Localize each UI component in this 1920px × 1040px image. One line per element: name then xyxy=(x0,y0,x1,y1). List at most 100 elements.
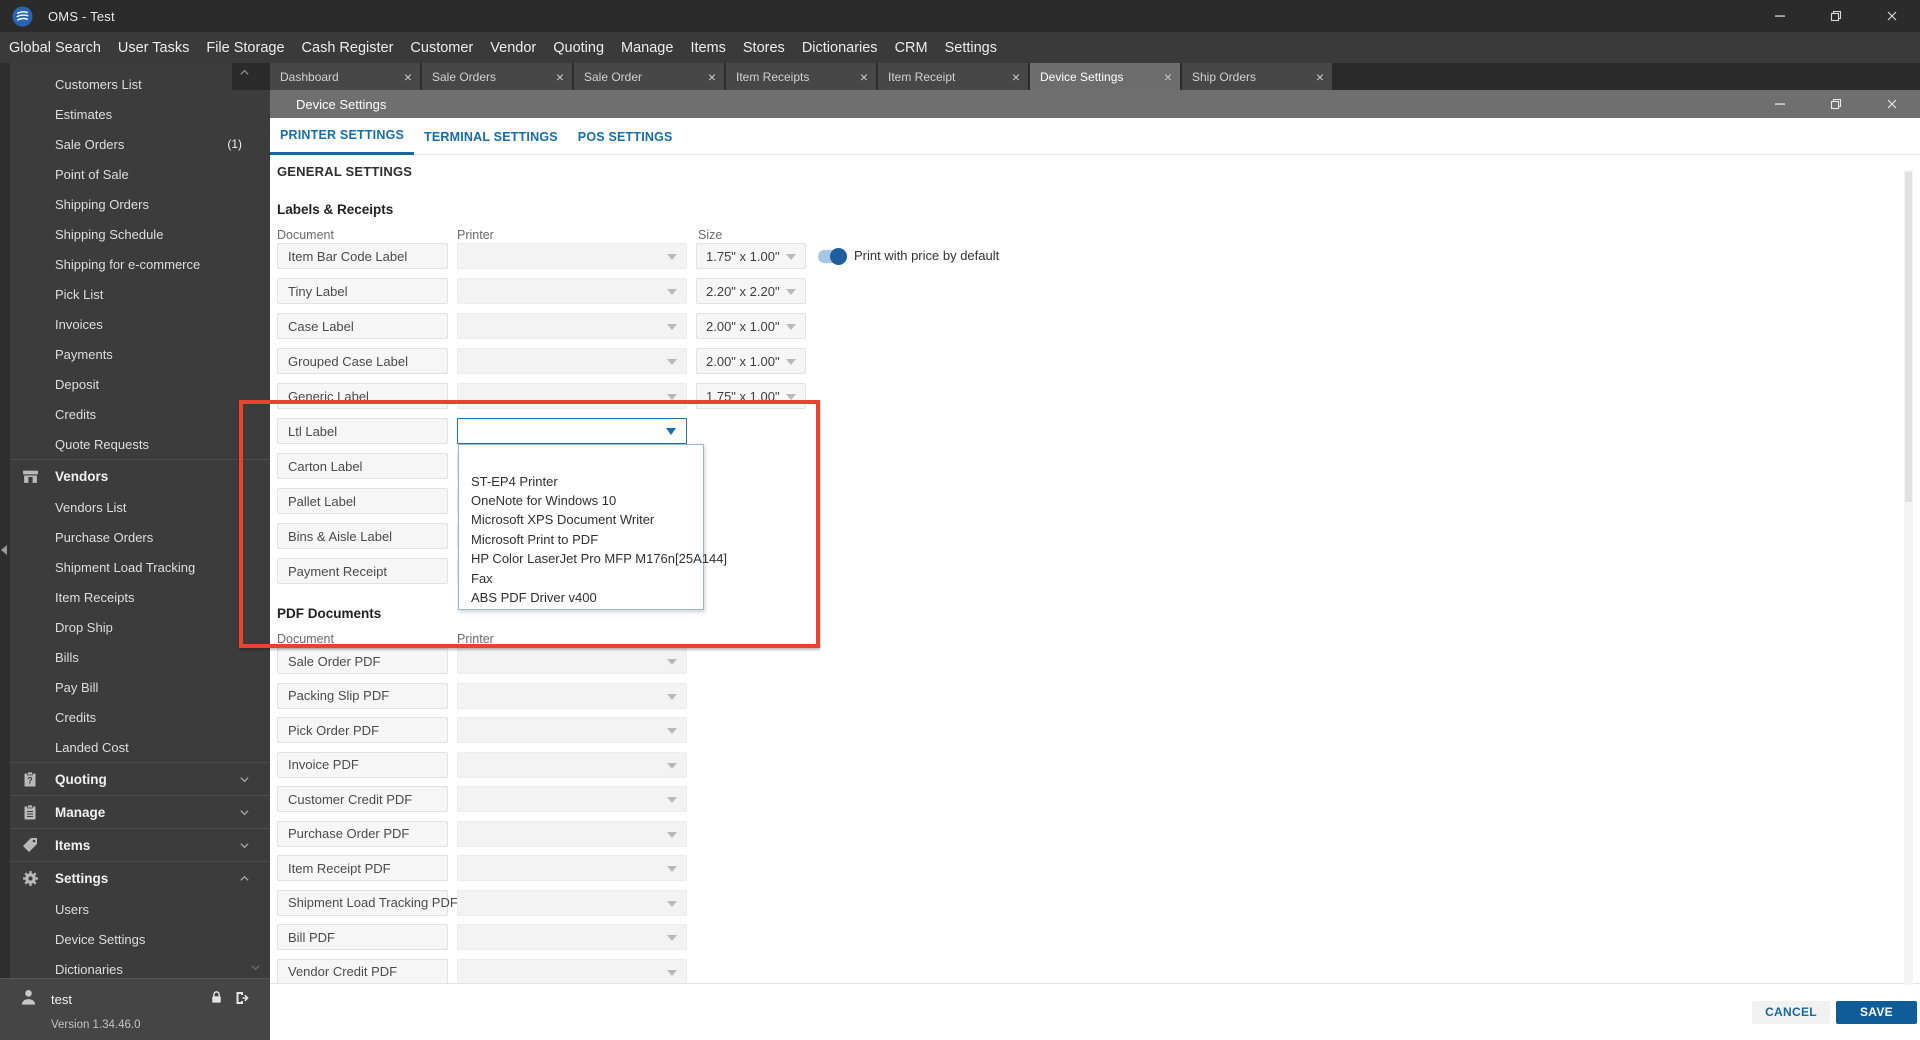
sidebar-item-vendors-list[interactable]: Vendors List xyxy=(10,492,270,522)
menu-item-stores[interactable]: Stores xyxy=(741,40,787,56)
sidebar-section-quoting[interactable]: ? Quoting xyxy=(10,762,270,795)
size-dropdown[interactable]: 2.00" x 1.00" xyxy=(696,313,806,339)
tab-scroll-up-icon[interactable] xyxy=(239,67,250,78)
sidebar-collapse-icon[interactable] xyxy=(1,545,7,555)
menu-item-customer[interactable]: Customer xyxy=(408,40,475,56)
tab-close-icon[interactable]: × xyxy=(1012,70,1020,84)
sidebar-item-pick-list[interactable]: Pick List xyxy=(10,279,270,309)
sidebar-item-dictionaries[interactable]: Dictionaries xyxy=(10,954,270,978)
tab-item-receipt[interactable]: Item Receipt × xyxy=(878,63,1028,90)
menu-item-vendor[interactable]: Vendor xyxy=(488,40,538,56)
menu-item-cash-register[interactable]: Cash Register xyxy=(300,40,396,56)
sidebar-section-manage[interactable]: Manage xyxy=(10,795,270,828)
printer-dropdown[interactable] xyxy=(457,682,687,709)
sidebar-item-invoices[interactable]: Invoices xyxy=(10,309,270,339)
tab-sale-order[interactable]: Sale Order × xyxy=(574,63,724,90)
tab-close-icon[interactable]: × xyxy=(1316,70,1324,84)
printer-dropdown[interactable] xyxy=(457,313,687,339)
sidebar-item-drop-ship[interactable]: Drop Ship xyxy=(10,612,270,642)
menu-item-items[interactable]: Items xyxy=(688,40,727,56)
tab-printer-settings[interactable]: PRINTER SETTINGS xyxy=(270,118,415,155)
printer-option-st-ep4-printer[interactable]: ST-EP4 Printer xyxy=(459,471,703,490)
sidebar-item-customers-list[interactable]: Customers List xyxy=(10,69,270,99)
sidebar-item-sale-orders[interactable]: Sale Orders (1) xyxy=(10,129,270,159)
size-dropdown[interactable]: 2.20" x 2.20" xyxy=(696,278,806,304)
printer-dropdown[interactable] xyxy=(457,924,687,950)
printer-option-microsoft-print-to-pdf[interactable]: Microsoft Print to PDF xyxy=(459,530,703,549)
size-dropdown[interactable]: 1.75" x 1.00" xyxy=(696,383,806,409)
close-button[interactable] xyxy=(1864,0,1920,32)
sidebar-item-quote-requests[interactable]: Quote Requests xyxy=(10,429,270,459)
menu-item-quoting[interactable]: Quoting xyxy=(551,40,606,56)
printer-dropdown[interactable] xyxy=(457,717,687,743)
sidebar-item-point-of-sale[interactable]: Point of Sale xyxy=(10,159,270,189)
tab-device-settings[interactable]: Device Settings × xyxy=(1030,63,1180,90)
tab-close-icon[interactable]: × xyxy=(1164,70,1172,84)
sidebar-item-payments[interactable]: Payments xyxy=(10,339,270,369)
printer-dropdown[interactable] xyxy=(457,648,687,674)
size-dropdown[interactable]: 2.00" x 1.00" xyxy=(696,348,806,374)
sidebar-item-credits[interactable]: Credits xyxy=(10,399,270,429)
size-dropdown[interactable]: 1.75" x 1.00" xyxy=(696,243,806,269)
logout-icon[interactable] xyxy=(234,990,250,1006)
cancel-button[interactable]: CANCEL xyxy=(1752,1000,1830,1024)
sidebar-item-device-settings[interactable]: Device Settings xyxy=(10,924,270,954)
printer-option-fax[interactable]: Fax xyxy=(459,568,703,587)
tab-close-icon[interactable]: × xyxy=(556,70,564,84)
vertical-scrollbar[interactable] xyxy=(1904,170,1913,985)
menu-item-settings[interactable]: Settings xyxy=(943,40,999,56)
menu-item-user-tasks[interactable]: User Tasks xyxy=(116,40,191,56)
tab-terminal-settings[interactable]: TERMINAL SETTINGS xyxy=(414,118,568,155)
menu-item-crm[interactable]: CRM xyxy=(893,40,930,56)
tab-ship-orders[interactable]: Ship Orders × xyxy=(1182,63,1332,90)
sidebar-item-credits[interactable]: Credits xyxy=(10,702,270,732)
printer-dropdown-open[interactable] xyxy=(457,418,687,444)
sidebar-section-vendors[interactable]: Vendors xyxy=(10,459,270,492)
sidebar-item-shipping-orders[interactable]: Shipping Orders xyxy=(10,189,270,219)
printer-option-empty[interactable] xyxy=(459,452,703,471)
printer-dropdown[interactable] xyxy=(457,958,687,985)
printer-dropdown[interactable] xyxy=(457,383,687,409)
sidebar-collapse-strip[interactable] xyxy=(0,63,10,1040)
menu-item-manage[interactable]: Manage xyxy=(619,40,675,56)
printer-dropdown[interactable] xyxy=(457,278,687,304)
sidebar-item-shipment-load-tracking[interactable]: Shipment Load Tracking xyxy=(10,552,270,582)
sidebar-item-shipping-schedule[interactable]: Shipping Schedule xyxy=(10,219,270,249)
sidebar-item-shipping-for-e-commerce[interactable]: Shipping for e-commerce xyxy=(10,249,270,279)
sidebar-section-settings[interactable]: Settings xyxy=(10,861,270,894)
minimize-button[interactable] xyxy=(1752,0,1808,32)
panel-close-button[interactable] xyxy=(1864,90,1920,118)
printer-dropdown[interactable] xyxy=(457,889,687,916)
scrollbar-thumb[interactable] xyxy=(1905,172,1912,502)
menu-item-file-storage[interactable]: File Storage xyxy=(204,40,286,56)
sidebar-scroll-down-icon[interactable] xyxy=(250,962,261,973)
tab-item-receipts[interactable]: Item Receipts × xyxy=(726,63,876,90)
tab-pos-settings[interactable]: POS SETTINGS xyxy=(568,118,683,155)
panel-minimize-button[interactable] xyxy=(1752,90,1808,118)
printer-dropdown[interactable] xyxy=(457,820,687,847)
menu-item-dictionaries[interactable]: Dictionaries xyxy=(800,40,880,56)
tab-close-icon[interactable]: × xyxy=(860,70,868,84)
panel-restore-button[interactable] xyxy=(1808,90,1864,118)
printer-option-onenote-for-windows-10[interactable]: OneNote for Windows 10 xyxy=(459,491,703,510)
printer-dropdown[interactable] xyxy=(457,243,687,269)
printer-option-microsoft-xps-document-writer[interactable]: Microsoft XPS Document Writer xyxy=(459,510,703,529)
sidebar-item-landed-cost[interactable]: Landed Cost xyxy=(10,732,270,762)
tab-close-icon[interactable]: × xyxy=(708,70,716,84)
sidebar-section-items[interactable]: Items xyxy=(10,828,270,861)
sidebar-item-item-receipts[interactable]: Item Receipts xyxy=(10,582,270,612)
printer-dropdown[interactable] xyxy=(457,786,687,812)
sidebar-item-bills[interactable]: Bills xyxy=(10,642,270,672)
restore-button[interactable] xyxy=(1808,0,1864,32)
tab-sale-orders[interactable]: Sale Orders × xyxy=(422,63,572,90)
sidebar-item-purchase-orders[interactable]: Purchase Orders xyxy=(10,522,270,552)
save-button[interactable]: SAVE xyxy=(1836,1000,1917,1024)
tab-close-icon[interactable]: × xyxy=(404,70,412,84)
printer-dropdown[interactable] xyxy=(457,348,687,374)
printer-dropdown[interactable] xyxy=(457,855,687,881)
sidebar-item-deposit[interactable]: Deposit xyxy=(10,369,270,399)
printer-option-abs-pdf-driver-v400[interactable]: ABS PDF Driver v400 xyxy=(459,588,703,607)
menu-item-global-search[interactable]: Global Search xyxy=(7,40,103,56)
sidebar-item-users[interactable]: Users xyxy=(10,894,270,924)
print-with-price-toggle[interactable] xyxy=(818,248,847,265)
